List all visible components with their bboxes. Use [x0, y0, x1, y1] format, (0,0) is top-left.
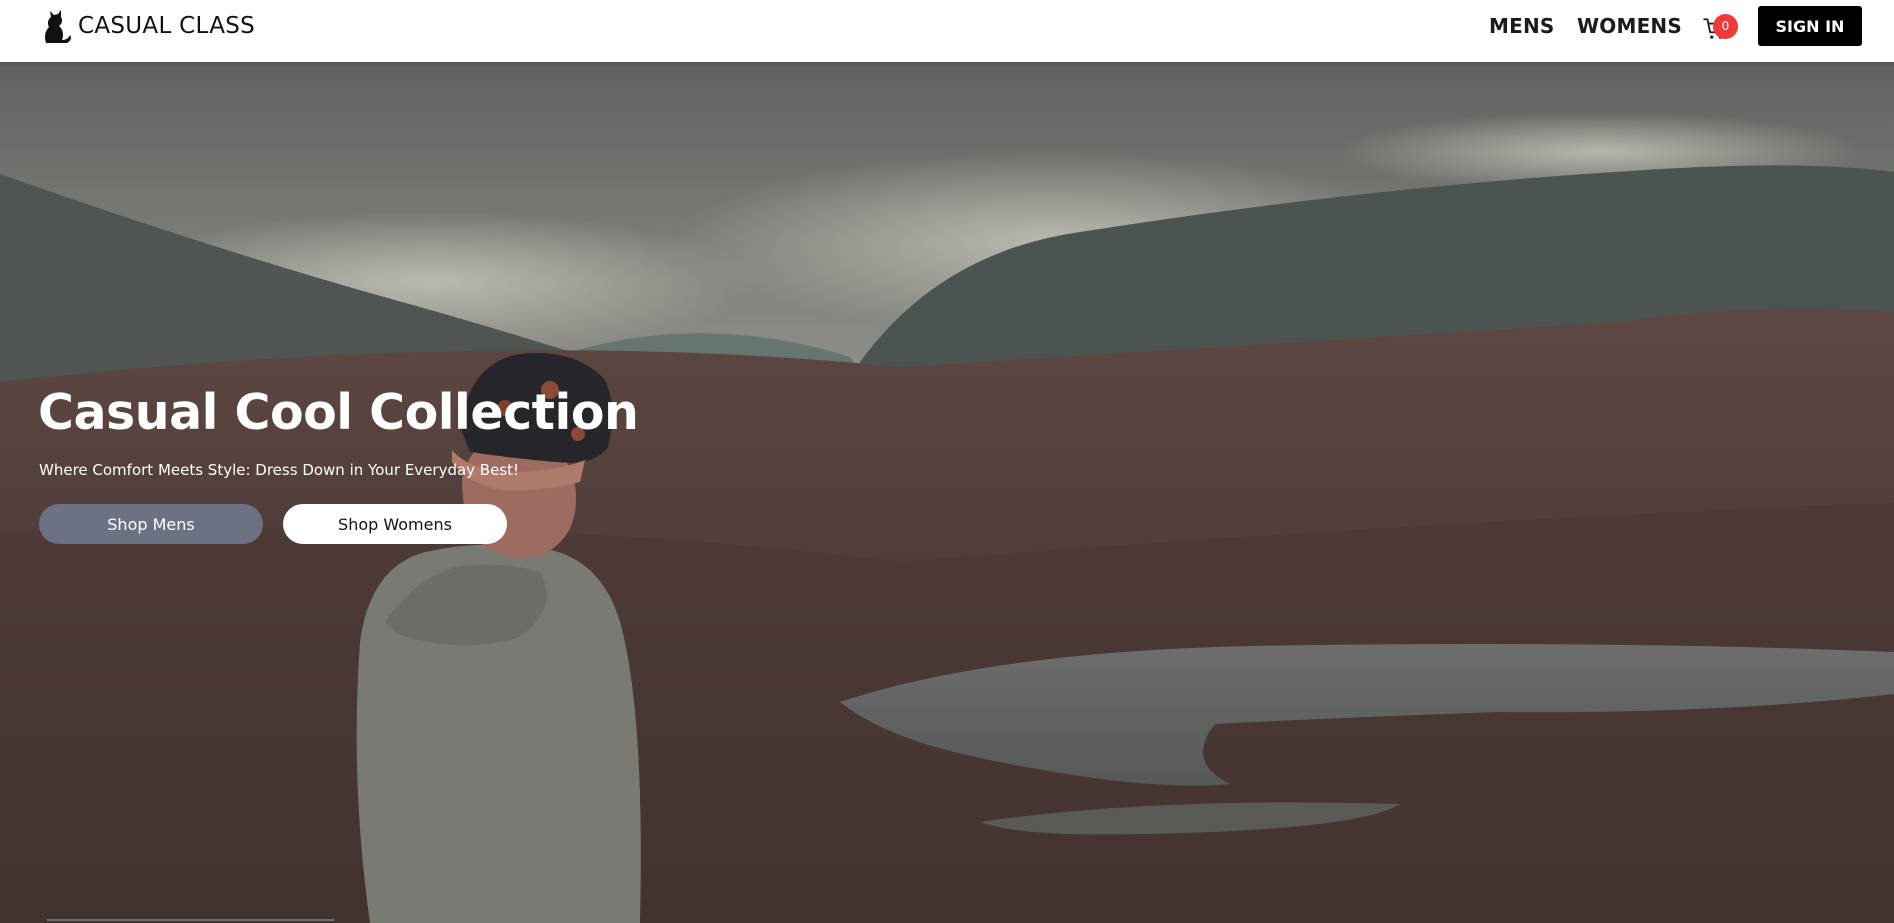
nav-link-mens[interactable]: MENS: [1489, 14, 1555, 38]
shop-mens-button[interactable]: Shop Mens: [39, 504, 263, 544]
site-header: CASUAL CLASS MENS WOMENS 0 SIGN IN: [0, 0, 1894, 62]
brand-link[interactable]: CASUAL CLASS: [38, 9, 255, 43]
cat-icon: [45, 10, 71, 43]
shop-womens-button[interactable]: Shop Womens: [283, 504, 507, 544]
bottom-divider: [47, 919, 334, 921]
cart-button[interactable]: 0: [1700, 12, 1738, 46]
hero-title: Casual Cool Collection: [38, 384, 639, 441]
hero-banner: Casual Cool Collection Where Comfort Mee…: [0, 62, 1894, 923]
hero-subtitle: Where Comfort Meets Style: Dress Down in…: [39, 461, 520, 479]
nav-link-womens[interactable]: WOMENS: [1577, 14, 1682, 38]
hero-background-image: [0, 62, 1894, 923]
cart-count-badge: 0: [1713, 14, 1738, 39]
sign-in-button[interactable]: SIGN IN: [1758, 6, 1862, 46]
brand-name: CASUAL CLASS: [78, 13, 256, 39]
